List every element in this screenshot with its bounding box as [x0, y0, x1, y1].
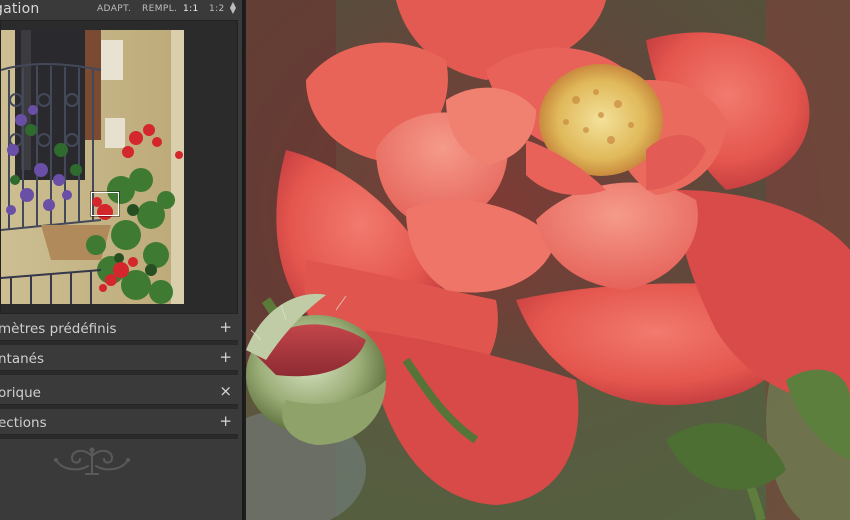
panel-section-presets[interactable]: mètres prédéfinis +: [0, 316, 238, 345]
panel-end-ornament-icon: [54, 447, 130, 475]
plus-dropdown-icon[interactable]: +: [219, 413, 232, 429]
zoom-fit-option[interactable]: ADAPT.: [97, 4, 131, 14]
navigator-focus-rectangle[interactable]: [91, 192, 119, 216]
section-divider: [0, 341, 238, 345]
section-label: ntanés: [0, 351, 45, 367]
left-panel: gation ADAPT. REMPL. 1:1 1:2 ▲▼: [0, 0, 244, 520]
section-label: ections: [0, 415, 47, 431]
section-divider: [0, 405, 238, 409]
navigator-thumbnail[interactable]: [1, 30, 184, 304]
panel-section-snapshots[interactable]: ntanés +: [0, 346, 238, 375]
plus-icon[interactable]: +: [219, 349, 232, 365]
up-down-arrows-icon[interactable]: ▲ ▼: [229, 1, 237, 15]
navigator-header[interactable]: gation ADAPT. REMPL. 1:1 1:2 ▲▼: [0, 0, 242, 20]
panel-section-collections[interactable]: ections +: [0, 410, 238, 439]
section-divider: [0, 435, 238, 439]
zoom-fill-option[interactable]: REMPL.: [142, 4, 177, 14]
section-label: mètres prédéfinis: [0, 321, 117, 337]
navigator-title: gation: [0, 1, 40, 17]
panel-section-history[interactable]: orique ×: [0, 380, 238, 409]
zoom-1to2-option[interactable]: 1:2: [209, 4, 225, 14]
main-photo-canvas[interactable]: [246, 0, 850, 520]
navigator-preview[interactable]: [0, 20, 238, 314]
zoom-1to1-option[interactable]: 1:1: [183, 4, 199, 14]
section-divider: [0, 371, 238, 375]
plus-icon[interactable]: +: [219, 319, 232, 335]
close-icon[interactable]: ×: [219, 383, 232, 399]
section-label: orique: [0, 385, 41, 401]
